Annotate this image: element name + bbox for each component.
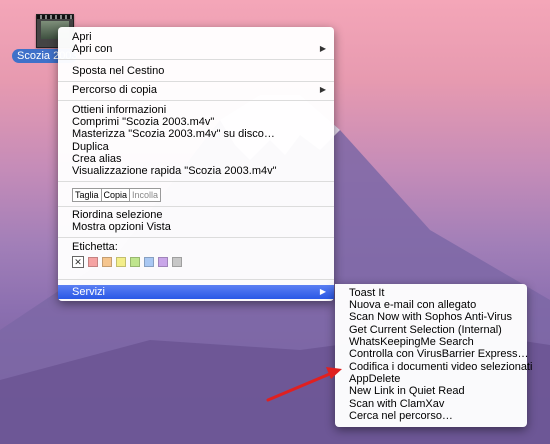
label-orange-swatch[interactable] (102, 257, 112, 267)
label-green-swatch[interactable] (130, 257, 140, 267)
service-item[interactable]: Cerca nel percorso… (335, 410, 527, 422)
label-heading: Etichetta: (72, 241, 118, 253)
service-item[interactable]: Nuova e-mail con allegato (335, 299, 527, 311)
menu-separator (58, 59, 334, 60)
menu-item-comprimi[interactable]: Comprimi "Scozia 2003.m4v" (58, 116, 334, 128)
cut-button[interactable]: Taglia (73, 189, 102, 201)
menu-item-sposta-cestino[interactable]: Sposta nel Cestino (58, 65, 334, 77)
service-item[interactable]: Scan Now with Sophos Anti-Virus (335, 311, 527, 323)
label-gray-swatch[interactable] (172, 257, 182, 267)
no-label-icon[interactable]: ✕ (72, 256, 84, 268)
menu-item-servizi[interactable]: Servizi ▶ (58, 285, 334, 299)
edit-button-group: Taglia Copia Incolla (72, 188, 162, 202)
menu-item-label: Servizi (72, 286, 106, 298)
label-red-swatch[interactable] (88, 257, 98, 267)
submenu-arrow-icon: ▶ (319, 287, 326, 296)
service-item[interactable]: WhatsKeepingMe Search (335, 336, 527, 348)
menu-separator (58, 237, 334, 238)
menu-separator (58, 279, 334, 280)
label-blue-swatch[interactable] (144, 257, 154, 267)
service-item[interactable]: AppDelete (335, 373, 527, 385)
service-item[interactable]: New Link in Quiet Read (335, 385, 527, 397)
menu-separator (58, 206, 334, 207)
menu-item-apri[interactable]: Apri (58, 31, 334, 43)
menu-separator (58, 100, 334, 101)
menu-item-label: Percorso di copia (72, 84, 157, 96)
label-yellow-swatch[interactable] (116, 257, 126, 267)
service-item[interactable]: Toast It (335, 287, 527, 299)
menu-item-label: Apri con (72, 43, 113, 55)
menu-item-percorso-copia[interactable]: Percorso di copia ▶ (58, 84, 334, 96)
menu-item-duplica[interactable]: Duplica (58, 141, 334, 153)
menu-item-apri-con[interactable]: Apri con ▶ (58, 43, 334, 55)
menu-separator (58, 181, 334, 182)
paste-button[interactable]: Incolla (130, 189, 160, 201)
service-item[interactable]: Scan with ClamXav (335, 398, 527, 410)
film-strip-icon (37, 15, 73, 19)
submenu-arrow-icon: ▶ (319, 85, 326, 94)
copy-button[interactable]: Copia (102, 189, 131, 201)
label-purple-swatch[interactable] (158, 257, 168, 267)
menu-item-masterizza[interactable]: Masterizza "Scozia 2003.m4v" su disco… (58, 128, 334, 140)
submenu-arrow-icon: ▶ (319, 44, 326, 53)
context-menu: Apri Apri con ▶ Sposta nel Cestino Perco… (58, 27, 334, 301)
services-submenu: Toast It Nuova e-mail con allegato Scan … (335, 284, 532, 427)
menu-item-riordina-selezione[interactable]: Riordina selezione (58, 209, 334, 221)
service-item[interactable]: Controlla con VirusBarrier Express… (335, 348, 529, 360)
menu-item-visualizzazione-rapida[interactable]: Visualizzazione rapida "Scozia 2003.m4v" (58, 165, 334, 177)
menu-separator (58, 81, 334, 82)
menu-item-mostra-opzioni-vista[interactable]: Mostra opzioni Vista (58, 221, 334, 233)
service-item[interactable]: Get Current Selection (Internal) (335, 324, 527, 336)
menu-item-ottieni-info[interactable]: Ottieni informazioni (58, 104, 334, 116)
label-color-row: ✕ (72, 256, 182, 268)
menu-item-crea-alias[interactable]: Crea alias (58, 153, 334, 165)
service-item-codifica-video[interactable]: Codifica i documenti video selezionati (335, 361, 532, 373)
